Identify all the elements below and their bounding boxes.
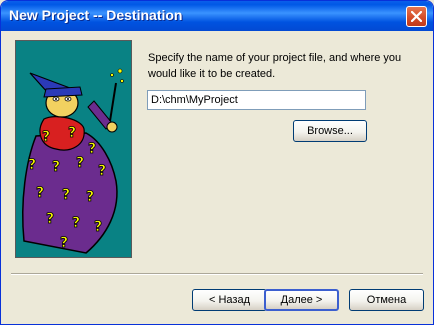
- svg-text:?: ?: [36, 185, 44, 201]
- svg-text:?: ?: [88, 141, 96, 157]
- svg-text:?: ?: [28, 157, 36, 173]
- close-icon: [411, 11, 422, 22]
- project-path-input[interactable]: [147, 90, 366, 110]
- cancel-button[interactable]: Отмена: [349, 289, 424, 311]
- svg-text:?: ?: [72, 215, 80, 231]
- svg-text:?: ?: [52, 159, 60, 175]
- dialog-window: New Project -- Destination ? ? ? ? ? ? ?…: [0, 0, 434, 325]
- svg-text:?: ?: [98, 163, 106, 179]
- button-separator: [11, 273, 423, 275]
- svg-text:?: ?: [60, 235, 68, 251]
- svg-text:?: ?: [46, 211, 54, 227]
- svg-text:?: ?: [42, 129, 50, 145]
- svg-text:?: ?: [86, 189, 94, 205]
- wizard-icon: ? ? ? ? ? ? ? ? ? ? ? ? ? ?: [22, 68, 124, 254]
- window-title: New Project -- Destination: [9, 7, 183, 23]
- close-button[interactable]: [406, 6, 427, 27]
- title-bar[interactable]: New Project -- Destination: [1, 1, 433, 31]
- next-button[interactable]: Далее >: [264, 289, 339, 311]
- svg-text:?: ?: [62, 187, 70, 203]
- svg-text:?: ?: [76, 155, 84, 171]
- svg-text:?: ?: [94, 219, 102, 235]
- browse-button[interactable]: Browse...: [293, 120, 367, 142]
- instruction-text: Specify the name of your project file, a…: [148, 52, 402, 80]
- svg-text:?: ?: [68, 125, 76, 141]
- wizard-illustration: ? ? ? ? ? ? ? ? ? ? ? ? ? ?: [15, 40, 132, 258]
- back-button[interactable]: < Назад: [192, 289, 267, 311]
